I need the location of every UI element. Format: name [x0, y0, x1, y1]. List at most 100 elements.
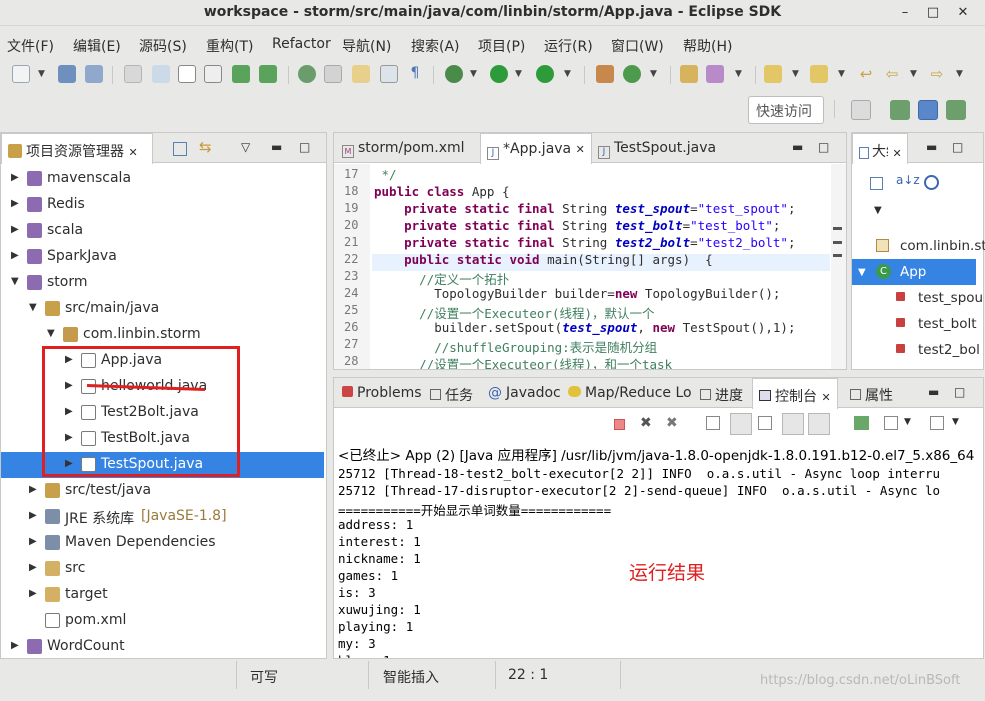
tree-item[interactable]: ▶ Maven Dependencies	[1, 530, 324, 556]
new-icon[interactable]	[12, 65, 30, 83]
tree-item[interactable]: pom.xml	[1, 608, 324, 634]
debug-icon[interactable]	[445, 65, 463, 83]
prev-dropdown-icon[interactable]: ▼	[838, 69, 845, 79]
maximize-view-icon[interactable]: □	[299, 140, 310, 154]
remove-launch-icon[interactable]: ✖	[640, 415, 652, 431]
collapsed-arrow-icon[interactable]: ▶	[11, 640, 19, 651]
collapsed-arrow-icon[interactable]: ▶	[29, 588, 37, 599]
tab-console[interactable]: 控制台 ✕	[752, 378, 838, 409]
collapse-all-icon[interactable]	[870, 177, 883, 190]
code-line[interactable]: 26 builder.setSpout(test_spout, new Test…	[334, 320, 830, 337]
menu-project[interactable]: 项目(P)	[478, 36, 525, 56]
collapsed-arrow-icon[interactable]: ▶	[29, 510, 37, 521]
minimize-view-icon[interactable]: ▬	[926, 140, 937, 154]
collapsed-arrow-icon[interactable]: ▶	[11, 198, 19, 209]
next-annotation-icon[interactable]	[764, 65, 782, 83]
java-perspective-icon[interactable]	[946, 100, 966, 120]
highlight-icon[interactable]	[324, 65, 342, 83]
run-external-icon[interactable]	[536, 65, 554, 83]
open-console-icon[interactable]	[930, 416, 944, 430]
tab-progress[interactable]: 进度	[694, 378, 749, 408]
expand-arrow-icon[interactable]: ▼	[858, 267, 866, 278]
show-on-output-icon[interactable]	[782, 413, 804, 435]
tree-item[interactable]: ▶ Redis	[1, 192, 324, 218]
class-dropdown-icon[interactable]: ▼	[650, 69, 657, 79]
display-dropdown-icon[interactable]: ▼	[904, 417, 911, 427]
server-icon[interactable]	[232, 65, 250, 83]
debug-dropdown-icon[interactable]: ▼	[470, 69, 477, 79]
open-type-icon[interactable]	[680, 65, 698, 83]
close-tab-icon[interactable]: ✕	[128, 146, 137, 159]
tree-item[interactable]: ▶ mavenscala	[1, 166, 324, 192]
forward-dropdown-icon[interactable]: ▼	[956, 69, 963, 79]
collapsed-arrow-icon[interactable]: ▶	[11, 172, 19, 183]
tree-item[interactable]: ▶ src	[1, 556, 324, 582]
save-icon[interactable]	[58, 65, 76, 83]
code-area[interactable]: 17 */18 public class App {19 private stat…	[334, 167, 830, 369]
tree-item[interactable]: ▶ SparkJava	[1, 244, 324, 270]
new-class-icon[interactable]	[623, 65, 641, 83]
menu-refactor[interactable]: Refactor	[272, 36, 331, 52]
outline-field[interactable]: test_spou	[852, 285, 983, 311]
clear-console-icon[interactable]	[706, 416, 720, 430]
code-line[interactable]: 20 private static final String test_bolt…	[334, 218, 830, 235]
tab-testspout-java[interactable]: J TestSpout.java	[592, 133, 722, 163]
display-console-icon[interactable]	[884, 416, 898, 430]
open-dropdown-icon[interactable]: ▼	[952, 417, 959, 427]
collapsed-arrow-icon[interactable]: ▶	[11, 224, 19, 235]
close-tab-icon[interactable]: ✕	[821, 391, 830, 404]
tree-item[interactable]: ▶ src/test/java	[1, 478, 324, 504]
back-icon[interactable]: ⇦	[883, 65, 901, 83]
tab-pom-xml[interactable]: Mstorm/pom.xml	[336, 133, 471, 163]
close-tab-icon[interactable]: ✕	[576, 143, 585, 156]
maximize-button[interactable]: □	[922, 3, 944, 23]
pin-icon[interactable]	[298, 65, 316, 83]
java-ee-perspective-icon[interactable]	[890, 100, 910, 120]
run-icon[interactable]	[490, 65, 508, 83]
code-line[interactable]: 23 //定义一个拓扑	[334, 269, 830, 287]
show-on-error-icon[interactable]	[808, 413, 830, 435]
mapreduce-perspective-icon[interactable]	[918, 100, 938, 120]
tab-properties[interactable]: 属性	[844, 378, 899, 408]
task-icon[interactable]	[352, 65, 370, 83]
quick-access-input[interactable]: 快速访问	[748, 96, 824, 124]
tree-item[interactable]: ▼ src/main/java	[1, 296, 324, 322]
tab-mapreduce[interactable]: Map/Reduce Lo	[562, 378, 698, 408]
minimize-button[interactable]: –	[894, 3, 916, 23]
block-icon[interactable]	[380, 65, 398, 83]
console-icon[interactable]	[204, 65, 222, 83]
new-dropdown-icon[interactable]: ▼	[38, 69, 45, 79]
pilcrow-icon[interactable]: ¶	[406, 65, 424, 83]
view-menu-icon[interactable]: ▽	[241, 140, 250, 154]
menu-help[interactable]: 帮助(H)	[683, 36, 732, 56]
remove-all-icon[interactable]: ✖	[666, 415, 678, 431]
external-dropdown-icon[interactable]: ▼	[564, 69, 571, 79]
tree-item[interactable]: ▼ com.linbin.storm	[1, 322, 324, 348]
tree-item[interactable]: ▶ scala	[1, 218, 324, 244]
code-line[interactable]: 27 //shuffleGrouping:表示是随机分组	[334, 337, 830, 355]
outline-class[interactable]: ▼ C App	[852, 259, 976, 285]
tree-item[interactable]: ▶ target	[1, 582, 324, 608]
expanded-arrow-icon[interactable]: ▼	[29, 302, 37, 313]
search-dropdown-icon[interactable]: ▼	[735, 69, 742, 79]
tab-javadoc[interactable]: @ Javadoc	[482, 378, 567, 408]
pin-console-icon[interactable]	[854, 416, 869, 430]
menu-run[interactable]: 运行(R)	[544, 36, 593, 56]
tab-tasks[interactable]: 任务	[424, 378, 479, 408]
forward-icon[interactable]: ⇨	[928, 65, 946, 83]
code-line[interactable]: 28 //设置一个Executeor(线程)，和一个task	[334, 354, 830, 369]
tree-item[interactable]: ▶ JRE 系统库 [JavaSE-1.8]	[1, 504, 324, 530]
menu-refactor-cn[interactable]: 重构(T)	[206, 36, 253, 56]
collapse-all-icon[interactable]	[173, 142, 187, 156]
collapsed-arrow-icon[interactable]: ▶	[29, 536, 37, 547]
tree-item[interactable]: ▼ storm	[1, 270, 324, 296]
overview-ruler[interactable]	[831, 164, 846, 369]
menu-edit[interactable]: 编辑(E)	[73, 36, 121, 56]
save-all-icon[interactable]	[85, 65, 103, 83]
expanded-arrow-icon[interactable]: ▼	[11, 276, 19, 287]
close-button[interactable]: ✕	[952, 3, 974, 23]
menu-window[interactable]: 窗口(W)	[611, 36, 664, 56]
prev-annotation-icon[interactable]	[810, 65, 828, 83]
minimize-view-icon[interactable]: ▬	[792, 140, 803, 154]
last-edit-icon[interactable]: ↩	[857, 65, 875, 83]
